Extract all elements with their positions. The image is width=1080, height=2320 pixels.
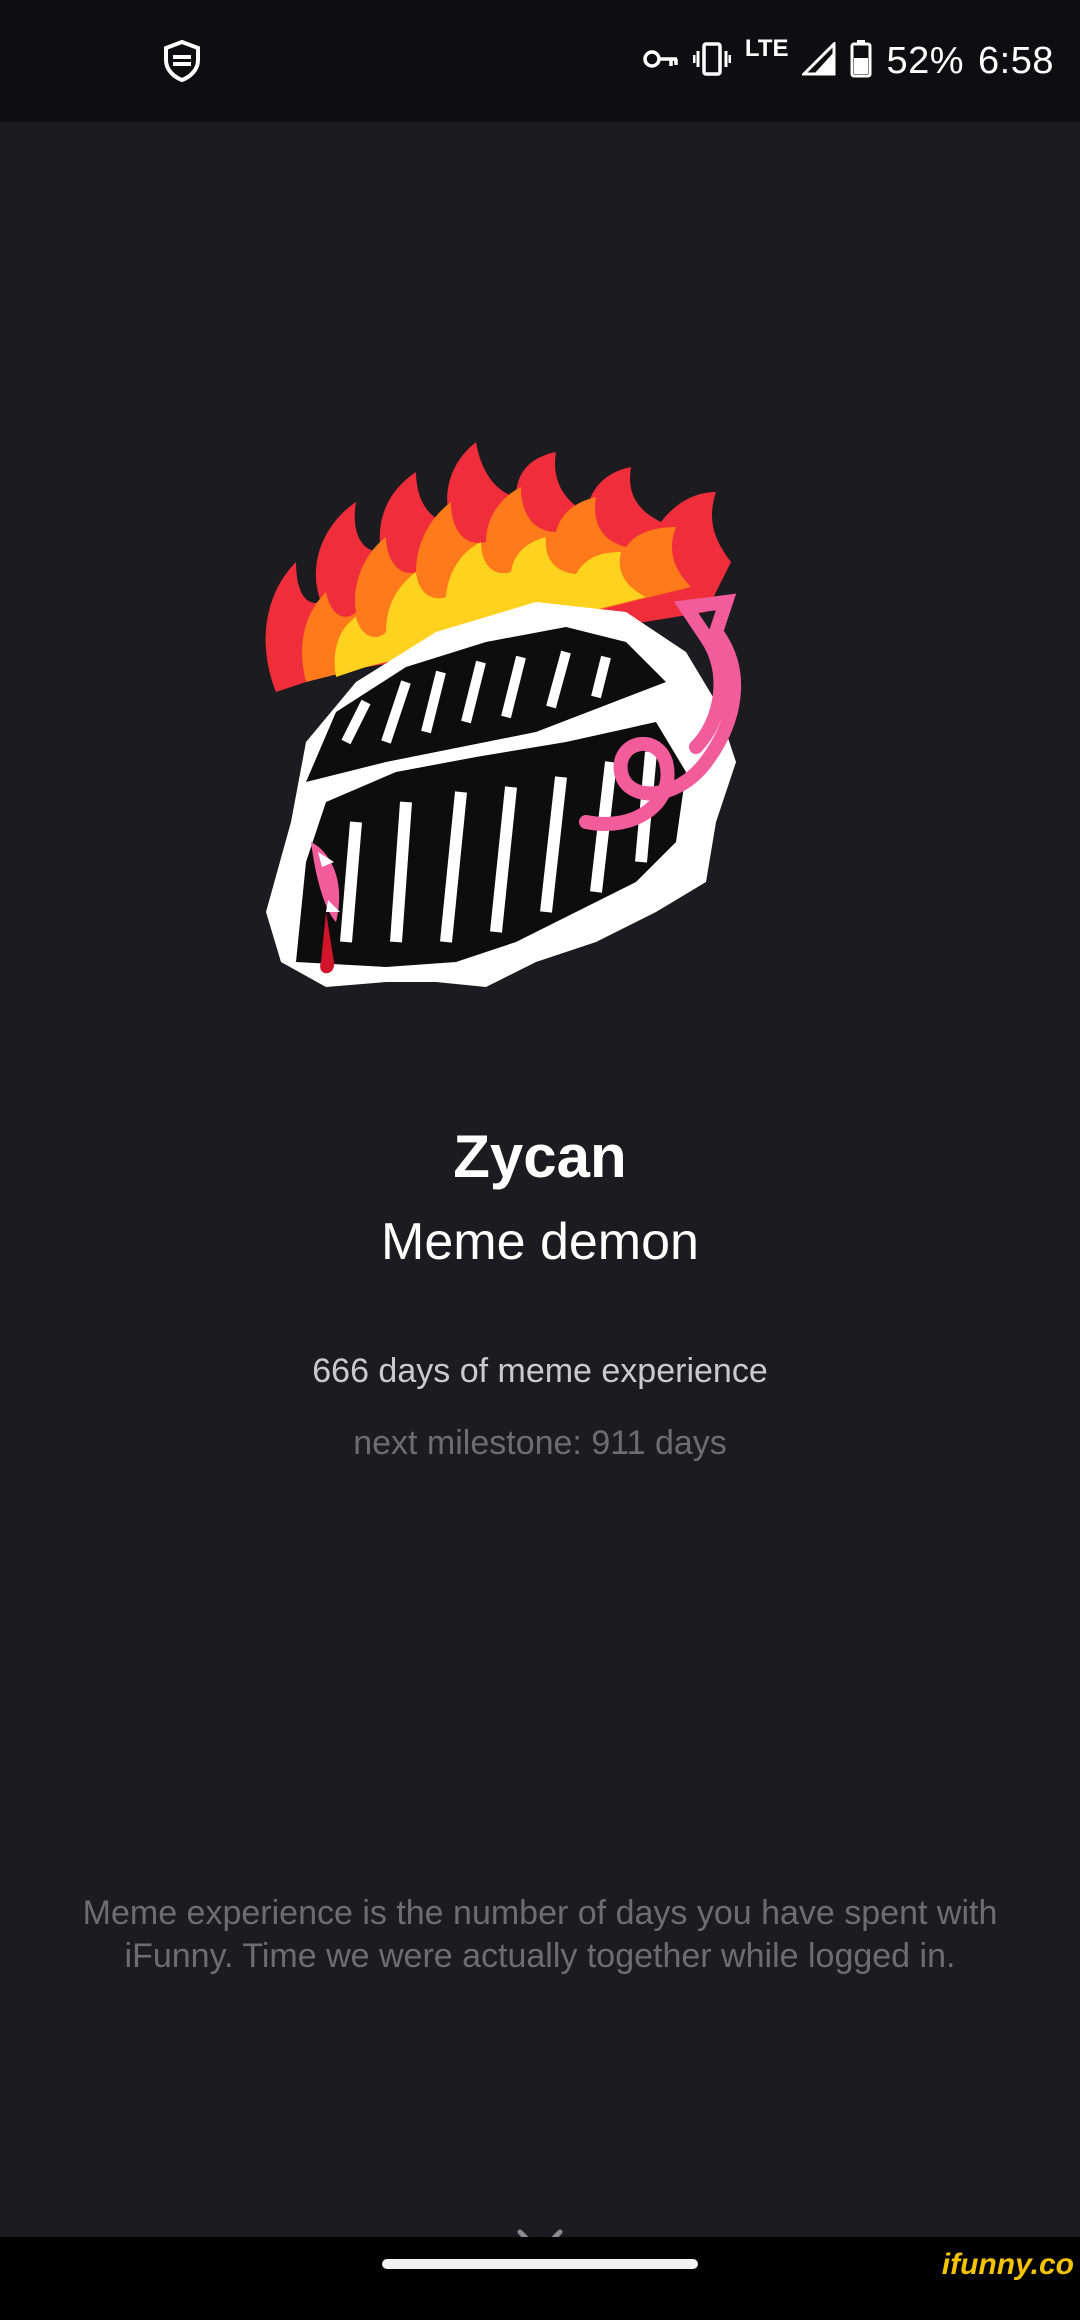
next-milestone: next milestone: 911 days — [353, 1424, 727, 1462]
meme-demon-badge — [236, 442, 836, 1082]
rank-title: Meme demon — [381, 1213, 699, 1271]
experience-explanation: Meme experience is the number of days yo… — [82, 1894, 998, 1975]
signal-icon — [800, 39, 836, 81]
home-gesture-handle[interactable] — [382, 2259, 698, 2269]
battery-icon — [850, 39, 872, 83]
shield-icon — [162, 39, 202, 83]
clock: 6:58 — [978, 39, 1054, 82]
network-type-label: LTE — [744, 35, 789, 62]
experience-days: 666 days of meme experience — [312, 1352, 768, 1390]
vpn-key-icon — [643, 47, 679, 76]
status-bar: LTE 52% 6:58 — [0, 0, 1080, 122]
watermark-strip — [0, 2297, 1080, 2320]
achievement-screen: Zycan Meme demon 666 days of meme experi… — [0, 122, 1080, 2275]
username: Zycan — [453, 1123, 627, 1190]
ifunny-watermark: ifunny.co — [941, 2248, 1074, 2281]
battery-percent: 52% — [886, 39, 965, 82]
vibrate-icon — [692, 41, 732, 81]
navigation-bar — [0, 2237, 1080, 2297]
